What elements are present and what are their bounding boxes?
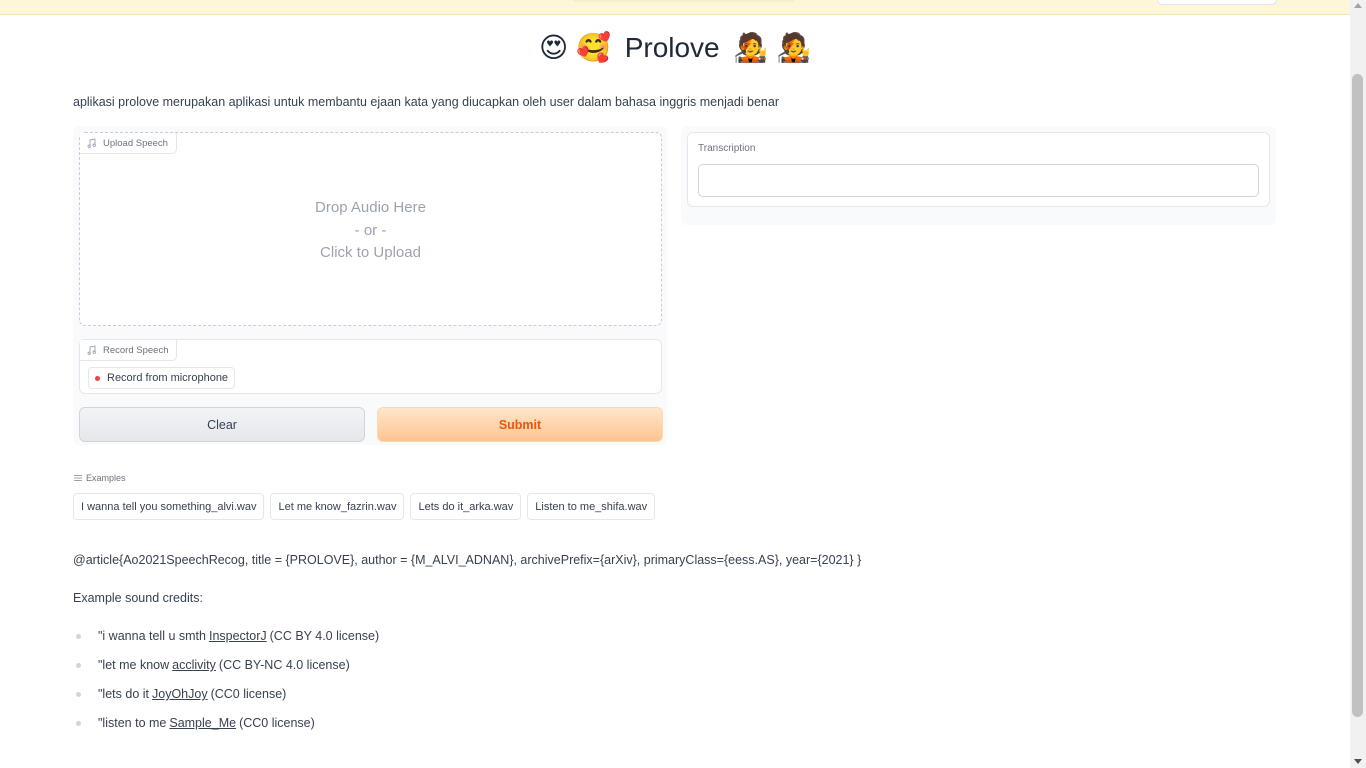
bullet-icon (76, 692, 81, 697)
music-note-icon (87, 345, 96, 355)
credit-suffix: (CC0 license) (239, 716, 315, 730)
credit-suffix: (CC BY-NC 4.0 license) (218, 658, 350, 672)
bullet-icon (76, 634, 81, 639)
example-item[interactable]: I wanna tell you something_alvi.wav (73, 493, 265, 520)
record-dot-icon (95, 375, 100, 381)
examples-list: I wanna tell you something_alvi.wav Let … (73, 493, 656, 520)
submit-button[interactable]: Submit (377, 407, 663, 442)
record-from-microphone-button[interactable]: Record from microphone (88, 367, 236, 389)
smiling-hearts-emoji-icon: 🥰 (576, 32, 611, 64)
transcription-textbox[interactable] (698, 164, 1259, 197)
transcription-block: Transcription (687, 132, 1270, 207)
or-text: - or - (354, 221, 387, 239)
credit-item: "lets do it JoyOhJoy (CC0 license) (73, 687, 379, 716)
top-banner-center-pill (572, 0, 796, 2)
upload-speech-label: Upload Speech (80, 133, 177, 154)
page-title: 😍 🥰 Prolove 🧑‍🎤 🧑‍🎤 (0, 30, 1350, 64)
citation-text: @article{Ao2021SpeechRecog, title = {PRO… (73, 553, 862, 567)
click-to-upload-text: Click to Upload (320, 244, 421, 261)
drop-audio-prompt: Drop Audio Here - or - Click to Upload (80, 197, 661, 265)
credit-item: "listen to me Sample_Me (CC0 license) (73, 716, 379, 745)
credit-link[interactable]: Sample_Me (169, 716, 236, 730)
upload-speech-label-text: Upload Speech (103, 137, 168, 149)
app-description: aplikasi prolove merupakan aplikasi untu… (73, 95, 779, 109)
input-panel: Upload Speech Drop Audio Here - or - Cli… (73, 126, 667, 445)
credit-link[interactable]: JoyOhJoy (152, 687, 208, 701)
record-speech-block: Record Speech Record from microphone (79, 339, 662, 394)
record-button-label: Record from microphone (107, 372, 229, 384)
bullet-icon (76, 663, 81, 668)
credit-link[interactable]: InspectorJ (209, 629, 267, 643)
record-speech-label: Record Speech (80, 340, 178, 361)
upload-speech-dropzone[interactable]: Upload Speech Drop Audio Here - or - Cli… (79, 132, 662, 326)
bullet-icon (76, 721, 81, 726)
credit-link[interactable]: acclivity (172, 658, 216, 672)
example-item[interactable]: Lets do it_arka.wav (410, 493, 522, 520)
credit-prefix: "listen to me (98, 716, 167, 730)
credit-item: "let me know acclivity (CC BY-NC 4.0 lic… (73, 658, 379, 687)
credit-suffix: (CC BY 4.0 license) (269, 629, 380, 643)
record-speech-label-text: Record Speech (103, 344, 169, 356)
credit-prefix: "lets do it (98, 687, 149, 701)
credits-heading: Example sound credits: (73, 591, 203, 605)
page-scrollbar[interactable] (1350, 0, 1366, 768)
singer-emoji-icon: 🧑‍🎤 (776, 32, 811, 64)
credit-prefix: "let me know (98, 658, 170, 672)
example-item[interactable]: Listen to me_shifa.wav (527, 493, 656, 520)
scroll-up-arrow-icon[interactable] (1354, 3, 1362, 8)
examples-label-text: Examples (86, 473, 126, 483)
output-panel: Transcription (681, 126, 1276, 225)
page-title-text: Prolove (624, 31, 720, 63)
examples-label: Examples (74, 473, 126, 483)
example-item[interactable]: Let me know_fazrin.wav (270, 493, 405, 520)
clear-button[interactable]: Clear (79, 407, 365, 442)
heart-eyes-emoji-icon: 😍 (539, 32, 569, 64)
singer-emoji-icon: 🧑‍🎤 (733, 32, 769, 64)
scroll-down-arrow-icon[interactable] (1354, 759, 1362, 764)
credits-list: "i wanna tell u smth InspectorJ (CC BY 4… (73, 629, 379, 745)
top-banner-right-button[interactable] (1157, 0, 1277, 5)
transcription-label: Transcription (698, 143, 756, 154)
credit-prefix: "i wanna tell u smth (98, 629, 206, 643)
drop-audio-text: Drop Audio Here (315, 199, 426, 216)
credit-suffix: (CC0 license) (210, 687, 287, 701)
music-note-icon (87, 138, 96, 148)
scrollbar-thumb[interactable] (1352, 74, 1363, 717)
credit-item: "i wanna tell u smth InspectorJ (CC BY 4… (73, 629, 379, 658)
top-banner (0, 0, 1350, 15)
list-icon (74, 475, 82, 481)
